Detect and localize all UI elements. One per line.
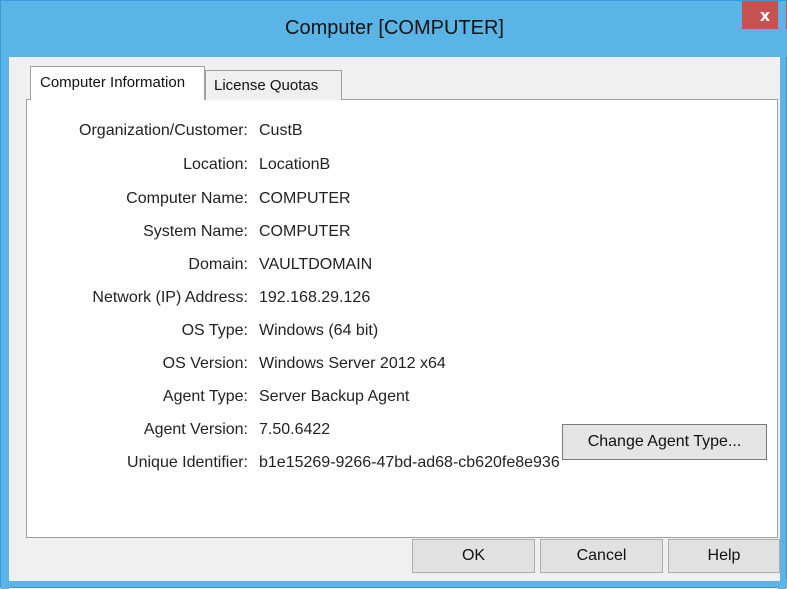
field-row-os-version: OS Version: Windows Server 2012 x64 [27,355,767,377]
field-label: Organization/Customer: [79,122,248,139]
field-row-computer-name: Computer Name: COMPUTER [27,190,767,212]
field-label: Domain: [188,256,248,273]
field-label: OS Version: [162,355,248,372]
field-label: Location: [183,156,248,173]
help-button[interactable]: Help [668,539,780,573]
field-value: Windows Server 2012 x64 [259,355,446,372]
tab-license-quotas[interactable]: License Quotas [205,70,342,100]
field-value: b1e15269-9266-47bd-ad68-cb620fe8e936 [259,454,560,471]
close-icon: x [759,5,771,25]
field-value: 7.50.6422 [259,421,331,438]
field-row-os-type: OS Type: Windows (64 bit) [27,322,767,344]
field-label: Agent Type: [162,388,248,405]
field-label: Unique Identifier: [127,454,248,471]
field-value: VAULTDOMAIN [259,256,373,273]
title-bar[interactable]: Computer [COMPUTER] x [1,1,787,57]
field-value: Server Backup Agent [259,388,410,405]
tab-label: License Quotas [214,77,319,94]
field-label: OS Type: [181,322,248,339]
field-label: Agent Version: [143,421,248,438]
window-frame-left [1,1,9,589]
field-label: Computer Name: [126,190,248,207]
tab-label: Computer Information [40,74,186,91]
field-value: 192.168.29.126 [259,289,371,306]
field-label: System Name: [143,223,248,240]
field-value: CustB [259,122,303,139]
field-row-organization: Organization/Customer: CustB [27,122,767,144]
field-row-location: Location: LocationB [27,156,767,178]
dialog-window: Computer [COMPUTER] x Computer Informati… [0,0,787,589]
change-agent-type-button[interactable]: Change Agent Type... [562,424,767,460]
ok-button[interactable]: OK [412,539,535,573]
field-value: COMPUTER [259,223,351,240]
field-value: COMPUTER [259,190,351,207]
field-value: LocationB [259,156,331,173]
window-title: Computer [COMPUTER] [285,17,504,39]
field-row-network-address: Network (IP) Address: 192.168.29.126 [27,289,767,311]
cancel-button[interactable]: Cancel [540,539,663,573]
tab-panel-computer-information: Organization/Customer: CustB Location: L… [26,99,778,538]
dialog-client-area: Computer Information License Quotas Orga… [9,57,780,581]
field-row-system-name: System Name: COMPUTER [27,223,767,245]
field-value: Windows (64 bit) [259,322,379,339]
field-label: Network (IP) Address: [92,289,248,306]
field-row-domain: Domain: VAULTDOMAIN [27,256,767,278]
tab-computer-information[interactable]: Computer Information [30,66,205,100]
field-row-agent-type: Agent Type: Server Backup Agent [27,388,767,410]
